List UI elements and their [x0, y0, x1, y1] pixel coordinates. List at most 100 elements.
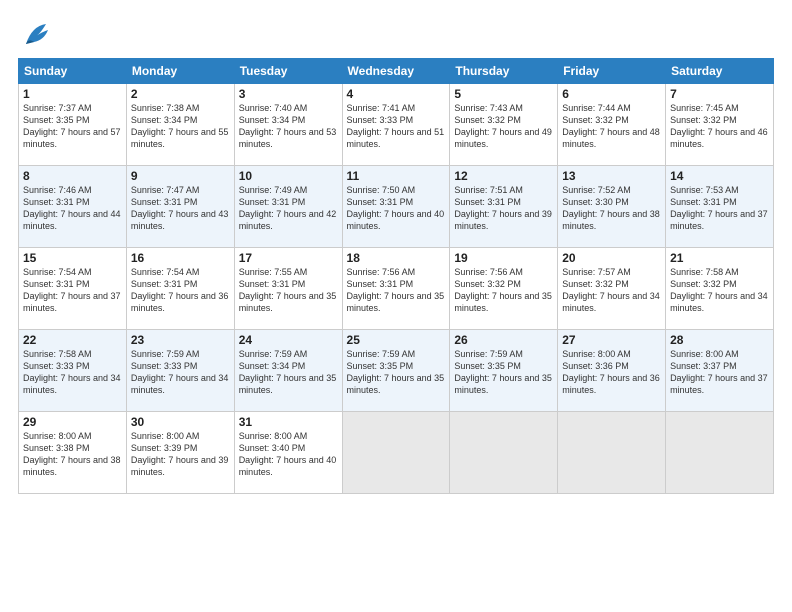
sunset-text: Sunset: 3:31 PM [23, 197, 90, 207]
sunset-text: Sunset: 3:34 PM [239, 115, 306, 125]
sunrise-text: Sunrise: 7:43 AM [454, 103, 523, 113]
day-info: Sunrise: 7:43 AM Sunset: 3:32 PM Dayligh… [454, 102, 553, 151]
daylight-text: Daylight: 7 hours and 35 minutes. [454, 373, 552, 395]
table-row [450, 412, 558, 494]
day-number: 28 [670, 333, 769, 347]
sunset-text: Sunset: 3:31 PM [131, 279, 198, 289]
days-of-week-row: Sunday Monday Tuesday Wednesday Thursday… [19, 59, 774, 84]
table-row: 17 Sunrise: 7:55 AM Sunset: 3:31 PM Dayl… [234, 248, 342, 330]
day-number: 6 [562, 87, 661, 101]
day-info: Sunrise: 7:52 AM Sunset: 3:30 PM Dayligh… [562, 184, 661, 233]
day-info: Sunrise: 7:59 AM Sunset: 3:35 PM Dayligh… [347, 348, 446, 397]
day-info: Sunrise: 7:54 AM Sunset: 3:31 PM Dayligh… [23, 266, 122, 315]
day-info: Sunrise: 7:59 AM Sunset: 3:33 PM Dayligh… [131, 348, 230, 397]
daylight-text: Daylight: 7 hours and 49 minutes. [454, 127, 552, 149]
table-row: 10 Sunrise: 7:49 AM Sunset: 3:31 PM Dayl… [234, 166, 342, 248]
calendar-week-row: 29 Sunrise: 8:00 AM Sunset: 3:38 PM Dayl… [19, 412, 774, 494]
page: Sunday Monday Tuesday Wednesday Thursday… [0, 0, 792, 612]
sunset-text: Sunset: 3:34 PM [131, 115, 198, 125]
table-row [558, 412, 666, 494]
daylight-text: Daylight: 7 hours and 38 minutes. [562, 209, 660, 231]
day-number: 27 [562, 333, 661, 347]
daylight-text: Daylight: 7 hours and 38 minutes. [23, 455, 121, 477]
daylight-text: Daylight: 7 hours and 37 minutes. [23, 291, 121, 313]
day-number: 17 [239, 251, 338, 265]
sunrise-text: Sunrise: 7:38 AM [131, 103, 200, 113]
day-number: 12 [454, 169, 553, 183]
table-row: 25 Sunrise: 7:59 AM Sunset: 3:35 PM Dayl… [342, 330, 450, 412]
table-row: 24 Sunrise: 7:59 AM Sunset: 3:34 PM Dayl… [234, 330, 342, 412]
sunrise-text: Sunrise: 8:00 AM [131, 431, 200, 441]
sunrise-text: Sunrise: 7:51 AM [454, 185, 523, 195]
daylight-text: Daylight: 7 hours and 39 minutes. [454, 209, 552, 231]
day-number: 7 [670, 87, 769, 101]
day-number: 23 [131, 333, 230, 347]
sunrise-text: Sunrise: 8:00 AM [562, 349, 631, 359]
sunset-text: Sunset: 3:31 PM [670, 197, 737, 207]
day-number: 11 [347, 169, 446, 183]
sunrise-text: Sunrise: 7:46 AM [23, 185, 92, 195]
table-row: 29 Sunrise: 8:00 AM Sunset: 3:38 PM Dayl… [19, 412, 127, 494]
sunrise-text: Sunrise: 8:00 AM [670, 349, 739, 359]
calendar-week-row: 1 Sunrise: 7:37 AM Sunset: 3:35 PM Dayli… [19, 84, 774, 166]
sunrise-text: Sunrise: 7:59 AM [131, 349, 200, 359]
sunrise-text: Sunrise: 7:44 AM [562, 103, 631, 113]
sunset-text: Sunset: 3:31 PM [454, 197, 521, 207]
day-number: 13 [562, 169, 661, 183]
day-info: Sunrise: 8:00 AM Sunset: 3:36 PM Dayligh… [562, 348, 661, 397]
table-row: 30 Sunrise: 8:00 AM Sunset: 3:39 PM Dayl… [126, 412, 234, 494]
day-number: 30 [131, 415, 230, 429]
day-info: Sunrise: 7:53 AM Sunset: 3:31 PM Dayligh… [670, 184, 769, 233]
sunset-text: Sunset: 3:32 PM [454, 115, 521, 125]
table-row: 8 Sunrise: 7:46 AM Sunset: 3:31 PM Dayli… [19, 166, 127, 248]
daylight-text: Daylight: 7 hours and 40 minutes. [347, 209, 445, 231]
th-saturday: Saturday [666, 59, 774, 84]
table-row: 26 Sunrise: 7:59 AM Sunset: 3:35 PM Dayl… [450, 330, 558, 412]
sunrise-text: Sunrise: 7:58 AM [23, 349, 92, 359]
calendar-week-row: 8 Sunrise: 7:46 AM Sunset: 3:31 PM Dayli… [19, 166, 774, 248]
calendar-week-row: 22 Sunrise: 7:58 AM Sunset: 3:33 PM Dayl… [19, 330, 774, 412]
th-friday: Friday [558, 59, 666, 84]
day-number: 24 [239, 333, 338, 347]
day-number: 8 [23, 169, 122, 183]
day-number: 21 [670, 251, 769, 265]
th-thursday: Thursday [450, 59, 558, 84]
table-row: 31 Sunrise: 8:00 AM Sunset: 3:40 PM Dayl… [234, 412, 342, 494]
day-number: 14 [670, 169, 769, 183]
daylight-text: Daylight: 7 hours and 34 minutes. [23, 373, 121, 395]
table-row: 27 Sunrise: 8:00 AM Sunset: 3:36 PM Dayl… [558, 330, 666, 412]
table-row: 18 Sunrise: 7:56 AM Sunset: 3:31 PM Dayl… [342, 248, 450, 330]
daylight-text: Daylight: 7 hours and 51 minutes. [347, 127, 445, 149]
table-row: 6 Sunrise: 7:44 AM Sunset: 3:32 PM Dayli… [558, 84, 666, 166]
sunset-text: Sunset: 3:31 PM [347, 197, 414, 207]
day-number: 16 [131, 251, 230, 265]
daylight-text: Daylight: 7 hours and 39 minutes. [131, 455, 229, 477]
sunset-text: Sunset: 3:30 PM [562, 197, 629, 207]
sunset-text: Sunset: 3:35 PM [23, 115, 90, 125]
day-info: Sunrise: 7:49 AM Sunset: 3:31 PM Dayligh… [239, 184, 338, 233]
daylight-text: Daylight: 7 hours and 36 minutes. [131, 291, 229, 313]
daylight-text: Daylight: 7 hours and 40 minutes. [239, 455, 337, 477]
daylight-text: Daylight: 7 hours and 48 minutes. [562, 127, 660, 149]
day-info: Sunrise: 7:45 AM Sunset: 3:32 PM Dayligh… [670, 102, 769, 151]
day-info: Sunrise: 7:40 AM Sunset: 3:34 PM Dayligh… [239, 102, 338, 151]
sunrise-text: Sunrise: 7:41 AM [347, 103, 416, 113]
table-row: 19 Sunrise: 7:56 AM Sunset: 3:32 PM Dayl… [450, 248, 558, 330]
table-row: 21 Sunrise: 7:58 AM Sunset: 3:32 PM Dayl… [666, 248, 774, 330]
day-number: 3 [239, 87, 338, 101]
day-info: Sunrise: 7:56 AM Sunset: 3:31 PM Dayligh… [347, 266, 446, 315]
table-row: 16 Sunrise: 7:54 AM Sunset: 3:31 PM Dayl… [126, 248, 234, 330]
table-row: 3 Sunrise: 7:40 AM Sunset: 3:34 PM Dayli… [234, 84, 342, 166]
day-info: Sunrise: 7:54 AM Sunset: 3:31 PM Dayligh… [131, 266, 230, 315]
sunset-text: Sunset: 3:36 PM [562, 361, 629, 371]
sunset-text: Sunset: 3:31 PM [239, 279, 306, 289]
sunrise-text: Sunrise: 7:58 AM [670, 267, 739, 277]
logo-bird-icon [18, 16, 54, 52]
daylight-text: Daylight: 7 hours and 57 minutes. [23, 127, 121, 149]
sunset-text: Sunset: 3:33 PM [347, 115, 414, 125]
sunrise-text: Sunrise: 7:40 AM [239, 103, 308, 113]
table-row: 15 Sunrise: 7:54 AM Sunset: 3:31 PM Dayl… [19, 248, 127, 330]
table-row: 13 Sunrise: 7:52 AM Sunset: 3:30 PM Dayl… [558, 166, 666, 248]
sunset-text: Sunset: 3:40 PM [239, 443, 306, 453]
logo [18, 16, 58, 52]
